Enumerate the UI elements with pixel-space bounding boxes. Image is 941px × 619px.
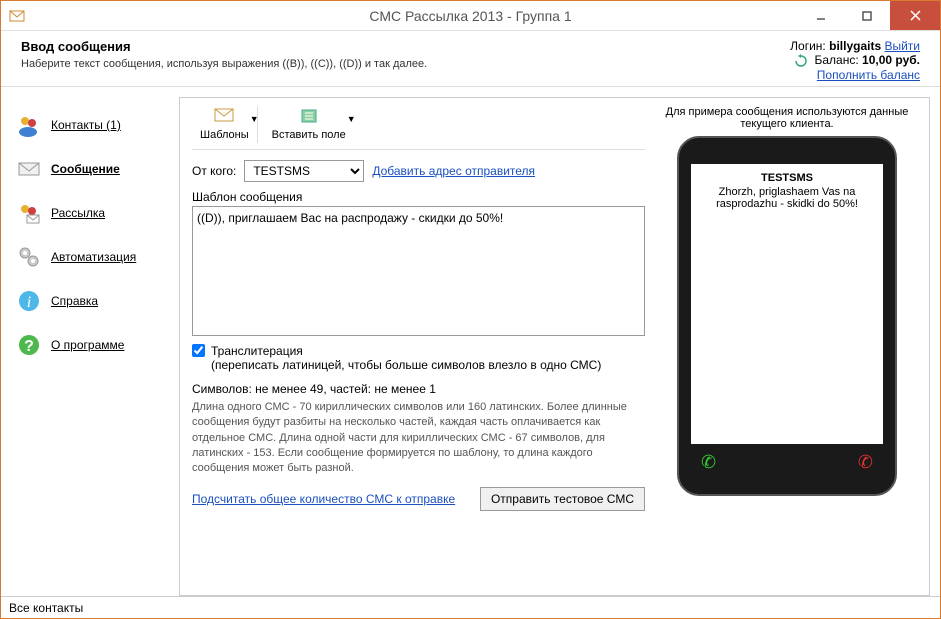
add-sender-link[interactable]: Добавить адрес отправителя xyxy=(372,164,535,178)
insert-field-button[interactable]: ▼ Вставить поле xyxy=(264,106,354,143)
chevron-down-icon: ▼ xyxy=(347,114,356,124)
svg-text:?: ? xyxy=(24,338,34,355)
tool-label: Шаблоны xyxy=(200,129,249,141)
login-label: Логин: xyxy=(790,39,826,53)
templates-button[interactable]: ▼ Шаблоны xyxy=(192,106,258,143)
translit-checkbox[interactable] xyxy=(192,344,205,357)
sidebar-item-label: Рассылка xyxy=(51,206,105,220)
chevron-down-icon: ▼ xyxy=(250,114,259,124)
sidebar-item-label: Контакты (1) xyxy=(51,118,121,132)
template-label: Шаблон сообщения xyxy=(192,190,645,204)
sidebar-item-label: Автоматизация xyxy=(51,250,136,264)
phone-screen: TESTSMS Zhorzh, priglashaem Vas na raspr… xyxy=(691,164,883,444)
login-value: billygaits xyxy=(829,39,881,53)
window-title: СМС Рассылка 2013 - Группа 1 xyxy=(369,8,571,24)
main-panel: ▼ Шаблоны ▼ Вставить поле От кого: TESTS… xyxy=(179,97,930,596)
message-icon xyxy=(17,157,41,181)
envelope-icon xyxy=(214,108,234,127)
preview-sender: TESTSMS xyxy=(699,172,875,184)
info-icon: i xyxy=(17,289,41,313)
translit-desc: (переписать латиницей, чтобы больше симв… xyxy=(211,358,601,372)
preview-body: Zhorzh, priglashaem Vas na rasprodazhu -… xyxy=(699,186,875,210)
maximize-button[interactable] xyxy=(844,1,890,30)
count-sms-link[interactable]: Подсчитать общее количество СМС к отправ… xyxy=(192,492,455,506)
balance-label: Баланс: xyxy=(815,53,859,67)
sidebar: Контакты (1) Сообщение Рассылка Автомати… xyxy=(11,97,171,596)
close-button[interactable] xyxy=(890,1,940,30)
page-title: Ввод сообщения xyxy=(21,39,427,54)
sidebar-item-help[interactable]: i Справка xyxy=(11,279,171,323)
preview-hint: Для примера сообщения используются данны… xyxy=(657,106,917,130)
char-stats: Символов: не менее 49, частей: не менее … xyxy=(192,382,645,396)
minimize-button[interactable] xyxy=(798,1,844,30)
titlebar: СМС Рассылка 2013 - Группа 1 xyxy=(1,1,940,31)
send-test-button[interactable]: Отправить тестовое СМС xyxy=(480,487,645,511)
topup-link[interactable]: Пополнить баланс xyxy=(817,68,920,82)
question-icon: ? xyxy=(17,333,41,357)
message-textarea[interactable]: ((D)), приглашаем Вас на распродажу - ск… xyxy=(192,206,645,336)
status-text: Все контакты xyxy=(9,601,83,615)
sidebar-item-mailing[interactable]: Рассылка xyxy=(11,191,171,235)
statusbar: Все контакты xyxy=(1,596,940,618)
toolbar: ▼ Шаблоны ▼ Вставить поле xyxy=(192,106,645,150)
header-panel: Ввод сообщения Наберите текст сообщения,… xyxy=(1,31,940,87)
sidebar-item-automation[interactable]: Автоматизация xyxy=(11,235,171,279)
length-hint: Длина одного СМС - 70 кириллических симв… xyxy=(192,400,645,477)
app-icon xyxy=(9,8,25,24)
sidebar-item-message[interactable]: Сообщение xyxy=(11,147,171,191)
call-icon: ✆ xyxy=(701,452,716,473)
hangup-icon: ✆ xyxy=(858,452,873,473)
translit-label: Транслитерация xyxy=(211,344,601,358)
sidebar-item-label: Справка xyxy=(51,294,98,308)
phone-mockup: TESTSMS Zhorzh, priglashaem Vas na raspr… xyxy=(677,136,897,496)
field-icon xyxy=(299,108,319,127)
tool-label: Вставить поле xyxy=(272,129,346,141)
contacts-icon xyxy=(17,113,41,137)
svg-text:i: i xyxy=(27,294,31,311)
refresh-icon[interactable] xyxy=(794,54,808,68)
sidebar-item-label: О программе xyxy=(51,338,124,352)
sidebar-item-label: Сообщение xyxy=(51,162,120,176)
gear-icon xyxy=(17,245,41,269)
sidebar-item-contacts[interactable]: Контакты (1) xyxy=(11,103,171,147)
from-select[interactable]: TESTSMS xyxy=(244,160,364,182)
sidebar-item-about[interactable]: ? О программе xyxy=(11,323,171,367)
page-subtitle: Наберите текст сообщения, используя выра… xyxy=(21,58,427,70)
from-label: От кого: xyxy=(192,164,236,178)
preview-panel: Для примера сообщения используются данны… xyxy=(657,106,917,583)
balance-value: 10,00 руб. xyxy=(862,53,920,67)
mailing-icon xyxy=(17,201,41,225)
logout-link[interactable]: Выйти xyxy=(884,39,920,53)
